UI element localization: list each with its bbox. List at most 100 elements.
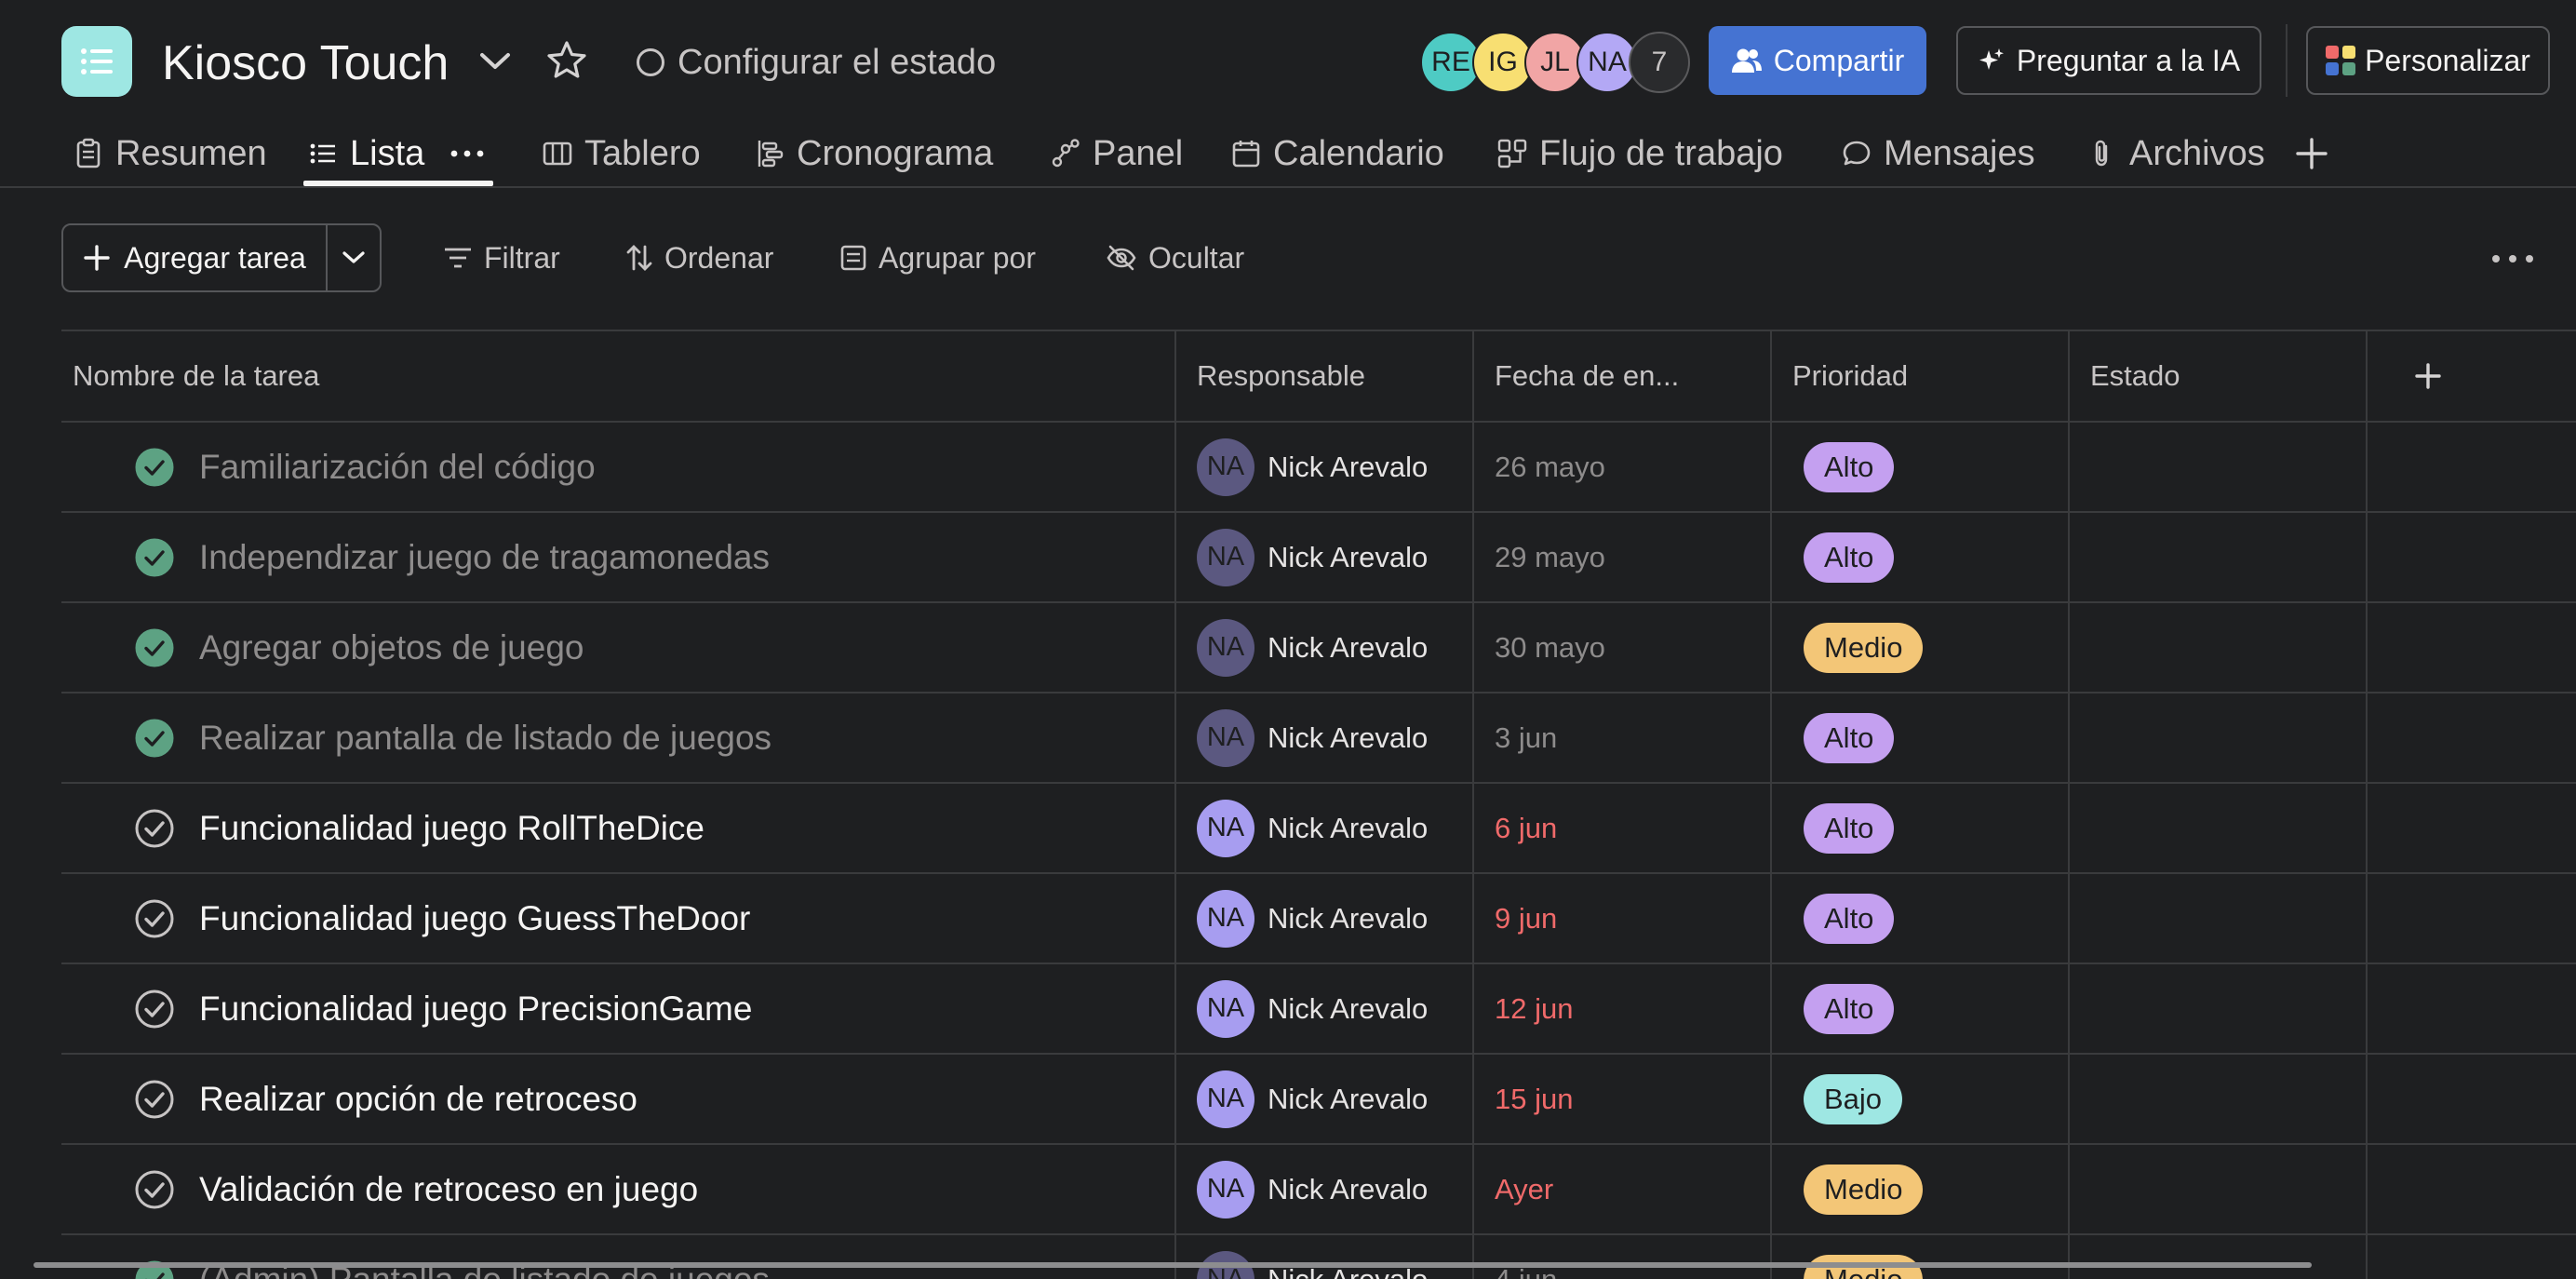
- check-circle-icon[interactable]: [134, 1169, 175, 1210]
- table-row[interactable]: (Admin) Pantalla de listado de juegos NA N…: [61, 1235, 2576, 1279]
- priority-cell[interactable]: Alto: [1804, 874, 1895, 963]
- due-date-cell[interactable]: 6 jun: [1495, 784, 1557, 872]
- customize-button[interactable]: Personalizar: [2306, 26, 2550, 95]
- star-icon[interactable]: [543, 37, 590, 84]
- tab-panel[interactable]: Panel: [1050, 121, 1183, 186]
- assignee-cell[interactable]: NA Nick Arevalo: [1197, 1235, 1428, 1279]
- chevron-down-icon[interactable]: [475, 41, 516, 82]
- column-header-assignee[interactable]: Responsable: [1174, 331, 1472, 421]
- add-task-dropdown[interactable]: [328, 225, 380, 290]
- priority-cell[interactable]: Alto: [1804, 784, 1895, 872]
- list-icon[interactable]: [61, 26, 132, 97]
- tab-resumen[interactable]: Resumen: [73, 121, 267, 186]
- task-name[interactable]: Validación de retroceso en juego: [199, 1170, 698, 1209]
- assignee-cell[interactable]: NA Nick Arevalo: [1197, 693, 1428, 782]
- task-name[interactable]: Funcionalidad juego PrecisionGame: [199, 990, 752, 1029]
- task-name[interactable]: Realizar pantalla de listado de juegos: [199, 719, 771, 758]
- assignee-cell[interactable]: NA Nick Arevalo: [1197, 603, 1428, 692]
- due-date-cell[interactable]: 30 mayo: [1495, 603, 1605, 692]
- add-column-button[interactable]: [2366, 331, 2576, 421]
- table-row[interactable]: Funcionalidad juego GuessTheDoor NA Nick A…: [61, 874, 2576, 964]
- due-date-cell[interactable]: 12 jun: [1495, 964, 1573, 1053]
- more-options-icon[interactable]: [2489, 240, 2537, 277]
- column-header-status[interactable]: Estado: [2068, 331, 2366, 421]
- sort-button[interactable]: Ordenar: [625, 236, 773, 279]
- tab-archivos[interactable]: Archivos: [2086, 121, 2265, 186]
- set-status-button[interactable]: Configurar el estado: [637, 39, 996, 86]
- column-header-priority[interactable]: Prioridad: [1770, 331, 2068, 421]
- due-date: 9 jun: [1495, 901, 1558, 935]
- task-name[interactable]: Familiarización del código: [199, 448, 596, 487]
- due-date: 12 jun: [1495, 991, 1574, 1025]
- due-date-cell[interactable]: 4 jun: [1495, 1235, 1557, 1279]
- ask-ai-button[interactable]: Preguntar a la IA: [1956, 26, 2261, 95]
- priority-cell[interactable]: Alto: [1804, 964, 1895, 1053]
- table-row[interactable]: Familiarización del código NA Nick Arevalo…: [61, 423, 2576, 513]
- table-row[interactable]: Validación de retroceso en juego NA Nick A…: [61, 1145, 2576, 1235]
- add-task-button[interactable]: Agregar tarea: [63, 225, 328, 290]
- assignee-name: Nick Arevalo: [1268, 901, 1429, 935]
- member-count-badge[interactable]: 7: [1629, 32, 1690, 93]
- assignee-cell[interactable]: NA Nick Arevalo: [1197, 964, 1428, 1053]
- hide-button[interactable]: Ocultar: [1106, 236, 1244, 279]
- due-date-cell[interactable]: 15 jun: [1495, 1055, 1573, 1143]
- column-header-due-date[interactable]: Fecha de en...: [1472, 331, 1770, 421]
- assignee-cell[interactable]: NA Nick Arevalo: [1197, 1145, 1428, 1233]
- check-circle-icon[interactable]: [134, 808, 175, 849]
- column-header-task[interactable]: Nombre de la tarea: [50, 331, 1163, 421]
- task-name[interactable]: Independizar juego de tragamonedas: [199, 538, 770, 577]
- check-circle-filled-icon[interactable]: [134, 718, 175, 759]
- group-by-button[interactable]: Agrupar por: [839, 236, 1036, 279]
- check-circle-filled-icon[interactable]: [134, 537, 175, 578]
- priority-cell[interactable]: Alto: [1804, 513, 1895, 601]
- table-row[interactable]: Funcionalidad juego PrecisionGame NA Nick …: [61, 964, 2576, 1055]
- sort-icon: [626, 245, 652, 271]
- priority-cell[interactable]: Medio: [1804, 603, 1924, 692]
- assignee-cell[interactable]: NA Nick Arevalo: [1197, 874, 1428, 963]
- tab-cronograma[interactable]: Cronograma: [754, 121, 993, 186]
- due-date-cell[interactable]: Ayer: [1495, 1145, 1553, 1233]
- table-row[interactable]: Realizar pantalla de listado de juegos NA…: [61, 693, 2576, 784]
- check-circle-icon[interactable]: [134, 989, 175, 1030]
- tab-flujo-de-trabajo[interactable]: Flujo de trabajo: [1496, 121, 1783, 186]
- task-name[interactable]: Funcionalidad juego GuessTheDoor: [199, 899, 750, 938]
- table-row[interactable]: Realizar opción de retroceso NA Nick Areva…: [61, 1055, 2576, 1145]
- tab-mensajes[interactable]: Mensajes: [1841, 121, 2035, 186]
- due-date-cell[interactable]: 3 jun: [1495, 693, 1557, 782]
- table-row[interactable]: Funcionalidad juego RollTheDice NA Nick Ar…: [61, 784, 2576, 874]
- task-name[interactable]: Agregar objetos de juego: [199, 628, 584, 667]
- assignee-cell[interactable]: NA Nick Arevalo: [1197, 1055, 1428, 1143]
- check-circle-icon[interactable]: [134, 1079, 175, 1120]
- priority-cell[interactable]: Bajo: [1804, 1055, 1903, 1143]
- due-date-cell[interactable]: 26 mayo: [1495, 423, 1605, 511]
- project-title[interactable]: Kiosco Touch: [162, 34, 449, 93]
- chevron-down-icon: [342, 251, 365, 263]
- add-tab-button[interactable]: [2295, 121, 2328, 186]
- priority-cell[interactable]: Alto: [1804, 693, 1895, 782]
- filter-button[interactable]: Filtrar: [443, 236, 560, 279]
- table-row[interactable]: Agregar objetos de juego NA Nick Arevalo 30…: [61, 603, 2576, 693]
- due-date-cell[interactable]: 9 jun: [1495, 874, 1557, 963]
- member-avatars[interactable]: RE IG JL NA 7: [1420, 32, 1690, 93]
- assignee-cell[interactable]: NA Nick Arevalo: [1197, 423, 1428, 511]
- priority-cell[interactable]: Medio: [1804, 1145, 1924, 1233]
- tab-lista[interactable]: Lista: [307, 121, 486, 186]
- share-button[interactable]: Compartir: [1709, 26, 1926, 95]
- check-circle-filled-icon[interactable]: [134, 447, 175, 488]
- tab-tablero[interactable]: Tablero: [542, 121, 701, 186]
- horizontal-scrollbar[interactable]: [34, 1262, 2312, 1268]
- due-date-cell[interactable]: 29 mayo: [1495, 513, 1605, 601]
- priority-cell[interactable]: Medio: [1804, 1235, 1924, 1279]
- table-header: Nombre de la tarea Responsable Fecha de …: [61, 330, 2576, 423]
- check-circle-icon[interactable]: [134, 898, 175, 939]
- table-row[interactable]: Independizar juego de tragamonedas NA Nick…: [61, 513, 2576, 603]
- plus-icon: [2296, 138, 2328, 169]
- more-options-icon[interactable]: [449, 148, 486, 159]
- priority-cell[interactable]: Alto: [1804, 423, 1895, 511]
- task-name[interactable]: Realizar opción de retroceso: [199, 1080, 637, 1119]
- task-name[interactable]: Funcionalidad juego RollTheDice: [199, 809, 704, 848]
- assignee-cell[interactable]: NA Nick Arevalo: [1197, 513, 1428, 601]
- assignee-cell[interactable]: NA Nick Arevalo: [1197, 784, 1428, 872]
- tab-calendario[interactable]: Calendario: [1230, 121, 1444, 186]
- check-circle-filled-icon[interactable]: [134, 627, 175, 668]
